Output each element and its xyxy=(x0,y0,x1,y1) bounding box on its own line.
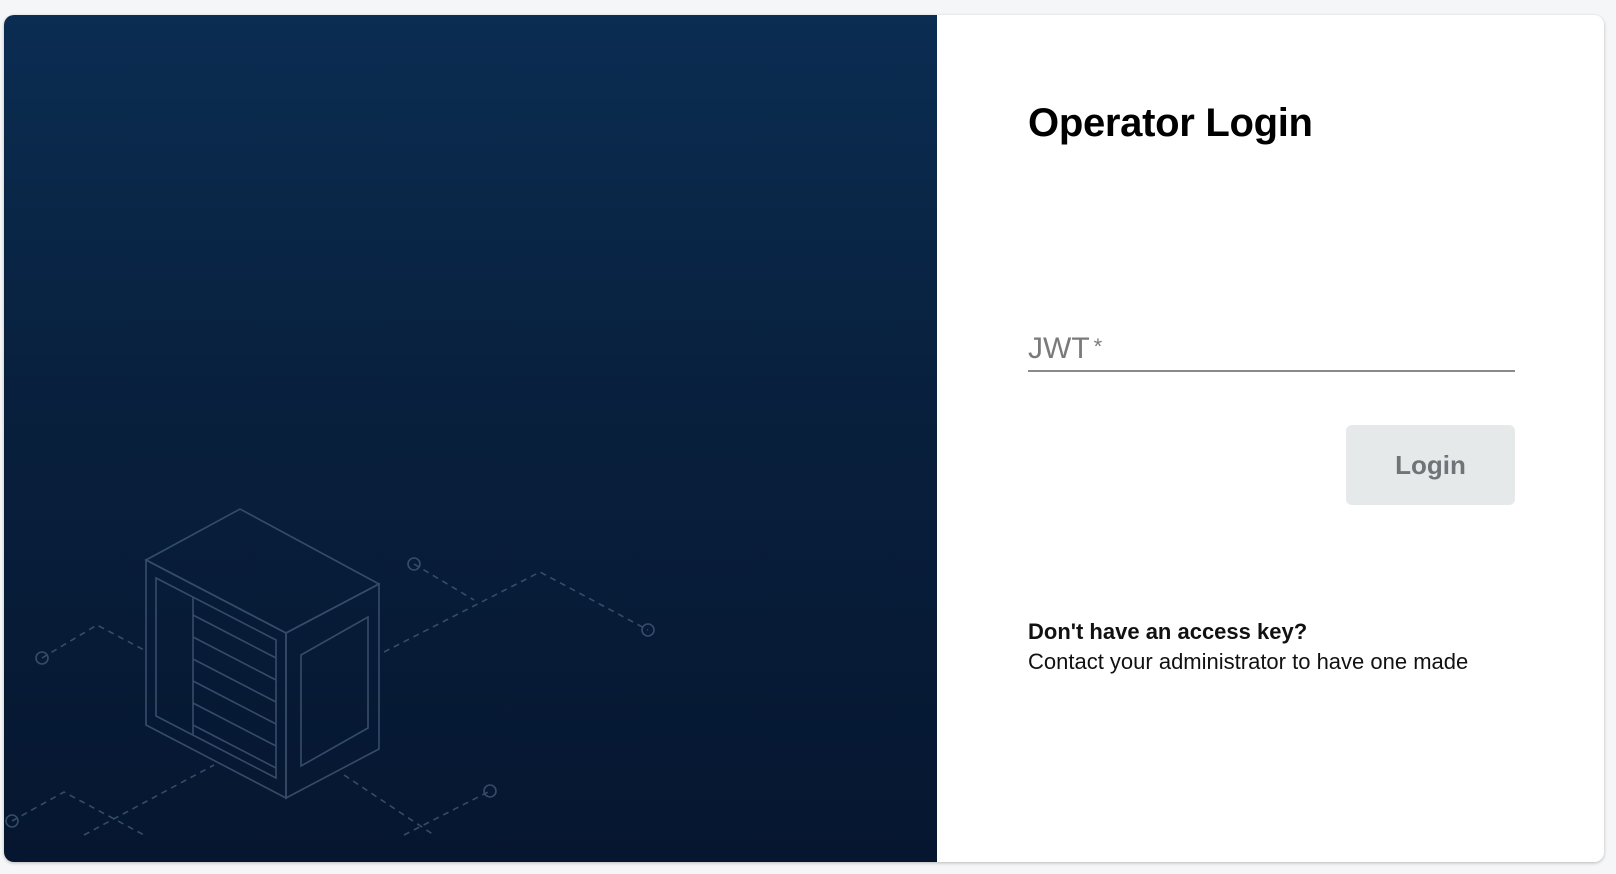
hero-panel xyxy=(4,15,937,862)
jwt-input[interactable] xyxy=(1028,328,1519,370)
login-form-panel: Operator Login JWT * Login Don't have an … xyxy=(937,15,1604,862)
page-title: Operator Login xyxy=(1028,101,1313,145)
login-button[interactable]: Login xyxy=(1346,425,1515,505)
help-question: Don't have an access key? xyxy=(1028,619,1308,644)
server-rack-illustration xyxy=(5,508,655,836)
help-answer: Contact your administrator to have one m… xyxy=(1028,649,1469,674)
help-text: Don't have an access key? Contact your a… xyxy=(1028,617,1468,677)
login-card: Operator Login JWT * Login Don't have an … xyxy=(4,15,1604,862)
jwt-field[interactable]: JWT * xyxy=(1028,310,1519,372)
